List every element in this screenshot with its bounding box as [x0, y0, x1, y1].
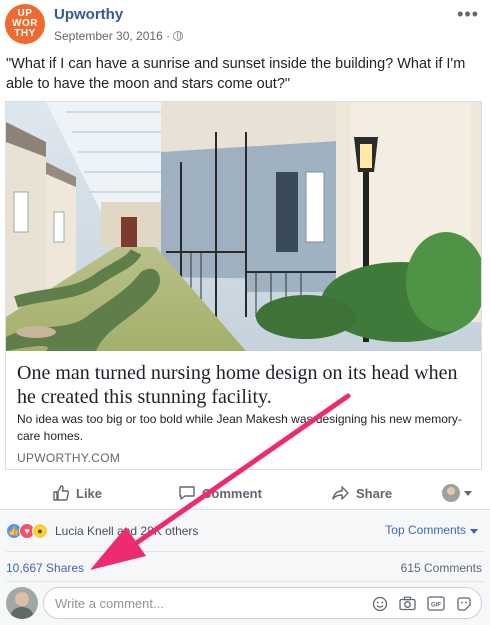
comment-input[interactable]: Write a comment... GIF [43, 587, 482, 619]
share-arrow-icon [332, 486, 349, 500]
reactions-summary[interactable]: 👍 ♥ ● Lucia Knell and 28K others [6, 521, 198, 541]
page-avatar[interactable]: UP WOR THY [5, 4, 45, 44]
comment-button[interactable]: Comment [178, 482, 262, 504]
chevron-down-icon [464, 490, 472, 496]
chevron-down-icon [470, 529, 478, 534]
comment-label: Comment [202, 485, 262, 501]
post-footer: 👍 ♥ ● Lucia Knell and 28K others Top Com… [0, 511, 490, 625]
comment-count-link[interactable]: 615 Comments [401, 561, 482, 575]
comment-icon [179, 486, 195, 500]
top-comments-dropdown[interactable]: Top Comments [385, 523, 478, 537]
thumbs-up-icon [53, 485, 70, 501]
link-description: No idea was too big or too bold while Je… [17, 412, 462, 443]
share-label: Share [356, 485, 393, 501]
divider [6, 551, 484, 552]
globe-icon [173, 31, 184, 41]
avatar[interactable] [6, 587, 38, 619]
like-label: Like [76, 485, 103, 501]
link-preview-body[interactable]: One man turned nursing home design on it… [6, 351, 481, 469]
camera-icon[interactable] [398, 594, 417, 613]
divider [6, 581, 484, 582]
shares-count-link[interactable]: 10,667 Shares [6, 561, 84, 575]
link-preview-image[interactable] [6, 102, 481, 351]
reaction-names[interactable]: Lucia Knell and 28K others [55, 524, 198, 538]
post-header: UP WOR THY Upworthy September 30, 2016 ·… [5, 4, 485, 48]
page-name-link[interactable]: Upworthy [54, 6, 123, 23]
more-options-icon[interactable]: ••• [457, 4, 479, 25]
svg-text:GIF: GIF [431, 603, 441, 609]
wow-reaction-icon: ● [32, 523, 48, 539]
like-button[interactable]: Like [52, 482, 102, 504]
comment-placeholder: Write a comment... [55, 596, 164, 611]
comment-tools: GIF [370, 594, 473, 613]
link-title[interactable]: One man turned nursing home design on it… [17, 361, 472, 409]
link-domain: UPWORTHY.COM [17, 451, 121, 465]
gif-icon[interactable]: GIF [426, 594, 445, 613]
facebook-post: UP WOR THY Upworthy September 30, 2016 ·… [0, 0, 490, 625]
emoji-icon[interactable] [370, 594, 389, 613]
user-mini-avatar [442, 484, 460, 502]
post-message: "What if I can have a sunrise and sunset… [6, 56, 466, 92]
post-timestamp[interactable]: September 30, 2016 · [54, 29, 184, 43]
link-preview-card[interactable]: One man turned nursing home design on it… [5, 101, 482, 470]
react-as-selector[interactable] [442, 482, 472, 504]
post-action-bar: Like Comment Share [0, 476, 490, 510]
sticker-icon[interactable] [454, 594, 473, 613]
share-button[interactable]: Share [332, 482, 392, 504]
